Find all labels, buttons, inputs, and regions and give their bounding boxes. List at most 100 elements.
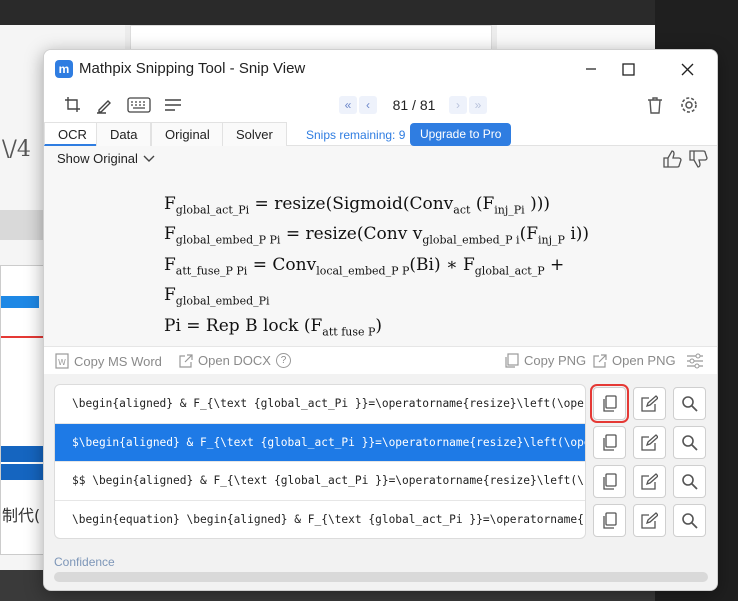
- search-icon: [682, 474, 698, 490]
- upgrade-button[interactable]: Upgrade to Pro: [410, 123, 512, 146]
- latex-result-list: \begin{aligned} & F_{\text {global_act_P…: [54, 384, 586, 539]
- copy-result-button[interactable]: [593, 465, 626, 498]
- math-subscript: global_act_Pi: [175, 203, 250, 217]
- svg-text:W: W: [58, 358, 66, 367]
- math-text: i)): [564, 224, 590, 245]
- edit-icon: [641, 434, 658, 451]
- pen-icon[interactable]: [94, 95, 116, 115]
- math-text: (F: [470, 194, 495, 214]
- minimize-button[interactable]: [571, 54, 611, 84]
- copy-icon: [602, 512, 617, 529]
- tab-solver[interactable]: Solver: [222, 122, 287, 146]
- word-doc-icon: W: [55, 353, 69, 369]
- search-result-button[interactable]: [673, 426, 706, 459]
- confidence-label: Confidence: [54, 555, 115, 569]
- list-icon[interactable]: [162, 95, 184, 115]
- edit-icon: [641, 473, 658, 490]
- copy-icon: [505, 353, 519, 368]
- settings-gear-icon[interactable]: [678, 95, 700, 115]
- math-subscript: global_embed_Pi: [175, 294, 270, 308]
- math-text: = Conv: [247, 254, 317, 275]
- math-render-area: Show Original Fglobal_act_Pi = resize(Si…: [44, 146, 717, 346]
- keyboard-icon[interactable]: [126, 95, 152, 115]
- math-text: = resize(Sigmoid(Conv: [249, 194, 454, 214]
- toolbar: « ‹ 81 / 81 › »: [44, 88, 717, 122]
- math-line: Fglobal_embed_P Pi = resize(Conv vglobal…: [164, 222, 589, 252]
- thumbs-down-icon[interactable]: [689, 150, 709, 168]
- result-action-buttons: [590, 384, 713, 540]
- math-text: F: [164, 224, 176, 245]
- math-text: = resize(Conv v: [280, 224, 423, 245]
- next-page-button[interactable]: ›: [449, 96, 467, 114]
- edit-result-button[interactable]: [633, 504, 666, 537]
- result-action-row: [593, 423, 713, 462]
- tab-data[interactable]: Data: [96, 122, 152, 146]
- copy-result-button[interactable]: [593, 426, 626, 459]
- latex-result-row[interactable]: $\begin{aligned} & F_{\text {global_act_…: [55, 423, 585, 462]
- background-text: \/4: [2, 137, 31, 162]
- math-text: F: [164, 254, 176, 275]
- maximize-button[interactable]: [608, 54, 648, 84]
- sliders-icon[interactable]: [686, 353, 704, 369]
- copy-icon: [602, 395, 617, 412]
- math-text: F: [164, 285, 176, 306]
- confidence-footer: Confidence: [44, 550, 717, 590]
- window-title: Mathpix Snipping Tool - Snip View: [79, 60, 306, 77]
- crop-icon[interactable]: [62, 95, 84, 115]
- math-subscript: global_act_P: [474, 264, 545, 278]
- pager: « ‹ 81 / 81 › »: [339, 94, 489, 116]
- search-icon: [682, 513, 698, 529]
- math-line: Fatt_fuse_P Pi = Convlocal_embed_P P(Bi)…: [164, 253, 589, 283]
- search-result-button[interactable]: [673, 504, 706, 537]
- close-icon: [681, 63, 693, 75]
- help-icon[interactable]: ?: [275, 353, 291, 368]
- edit-result-button[interactable]: [633, 465, 666, 498]
- prev-page-button[interactable]: ‹: [359, 96, 377, 114]
- open-docx-button[interactable]: Open DOCX ?: [179, 353, 291, 368]
- first-page-button[interactable]: «: [339, 96, 357, 114]
- trash-icon[interactable]: [644, 95, 666, 115]
- open-png-button[interactable]: Open PNG: [593, 353, 676, 368]
- show-original-toggle[interactable]: Show Original: [57, 151, 156, 166]
- copy-result-button[interactable]: [590, 384, 629, 423]
- search-icon: [682, 396, 698, 412]
- thumbs-up-icon[interactable]: [663, 150, 683, 168]
- copy-png-button[interactable]: Copy PNG: [505, 353, 586, 368]
- latex-result-row[interactable]: $$ \begin{aligned} & F_{\text {global_ac…: [55, 462, 585, 501]
- title-bar[interactable]: m Mathpix Snipping Tool - Snip View: [44, 50, 717, 88]
- background-text: 制代(: [2, 506, 41, 525]
- close-button[interactable]: [667, 54, 707, 84]
- search-result-button[interactable]: [673, 387, 706, 420]
- copy-ms-word-button[interactable]: W Copy MS Word: [55, 353, 162, 369]
- tab-original[interactable]: Original: [151, 122, 224, 146]
- show-original-label: Show Original: [57, 151, 138, 166]
- last-page-button[interactable]: »: [469, 96, 487, 114]
- results-panel: \begin{aligned} & F_{\text {global_act_P…: [44, 374, 717, 550]
- copy-png-label: Copy PNG: [524, 353, 587, 368]
- result-action-row: [590, 384, 713, 423]
- math-subscript: inj_P: [538, 233, 565, 247]
- tab-ocr[interactable]: OCR: [44, 122, 101, 146]
- mathpix-logo-icon: m: [55, 60, 73, 78]
- latex-result-row[interactable]: \begin{equation} \begin{aligned} & F_{\t…: [55, 501, 585, 539]
- math-subscript: att fuse P: [322, 324, 376, 338]
- edit-result-button[interactable]: [633, 387, 666, 420]
- math-subscript: inj_Pi: [494, 203, 525, 217]
- search-result-button[interactable]: [673, 465, 706, 498]
- background-line: [1, 336, 45, 338]
- math-line: Pi = Rep B lock (Fatt fuse P): [164, 314, 589, 344]
- maximize-icon: [621, 62, 635, 76]
- edit-result-button[interactable]: [633, 426, 666, 459]
- background-block: [1, 446, 45, 462]
- math-text: (F: [519, 224, 538, 245]
- latex-result-row[interactable]: \begin{aligned} & F_{\text {global_act_P…: [55, 385, 585, 424]
- math-line: Fglobal_act_Pi = resize(Sigmoid(Convact …: [164, 192, 589, 222]
- edit-icon: [641, 395, 658, 412]
- chevron-down-icon: [143, 155, 155, 162]
- copy-result-button[interactable]: [593, 504, 626, 537]
- background-block: [1, 464, 45, 480]
- result-action-row: [593, 501, 713, 540]
- open-png-label: Open PNG: [612, 353, 676, 368]
- math-subscript: act: [453, 203, 471, 217]
- rendered-math: Fglobal_act_Pi = resize(Sigmoid(Convact …: [164, 192, 589, 344]
